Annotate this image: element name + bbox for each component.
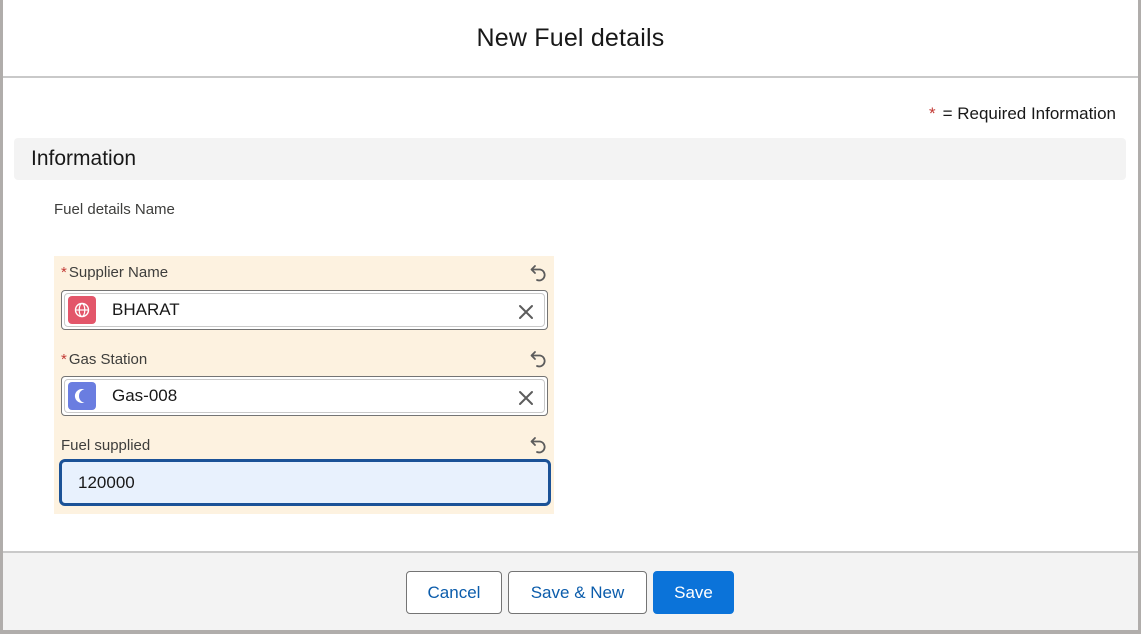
fuel-details-name-label: Fuel details Name: [54, 201, 175, 218]
globe-icon: [68, 296, 96, 324]
supplier-name-label-text: Supplier Name: [68, 264, 169, 281]
moon-icon: [68, 382, 96, 410]
supplier-name-label: * Supplier Name: [61, 264, 168, 281]
gas-station-value: Gas-008: [112, 386, 178, 405]
undo-icon[interactable]: [529, 349, 549, 369]
modal-header: New Fuel details: [3, 0, 1138, 78]
modal-title: New Fuel details: [476, 23, 665, 52]
supplier-name-pill[interactable]: BHARAT: [64, 293, 545, 327]
gas-station-label: * Gas Station: [61, 351, 147, 368]
cancel-button[interactable]: Cancel: [406, 571, 502, 614]
save-button[interactable]: Save: [653, 571, 734, 614]
undo-icon[interactable]: [529, 263, 549, 283]
required-marker: *: [61, 264, 67, 281]
required-marker: *: [61, 351, 67, 368]
clear-selection-icon[interactable]: [518, 304, 534, 320]
edited-fields-block: * Supplier Name BHARAT * Gas Station Gas…: [54, 256, 554, 514]
modal-footer: Cancel Save & New Save: [3, 551, 1138, 630]
required-information-text: = Required Information: [942, 104, 1116, 123]
required-information-note: * = Required Information: [929, 104, 1116, 124]
supplier-name-value: BHARAT: [112, 300, 180, 319]
gas-station-lookup[interactable]: Gas-008: [61, 376, 548, 416]
fuel-supplied-input[interactable]: 120000: [59, 459, 551, 506]
section-header-information[interactable]: Information: [14, 138, 1126, 180]
clear-selection-icon[interactable]: [518, 390, 534, 406]
fuel-supplied-label: Fuel supplied: [61, 437, 151, 454]
gas-station-label-text: Gas Station: [68, 351, 148, 368]
section-title: Information: [31, 147, 137, 170]
modal-dialog: New Fuel details * = Required Information…: [3, 0, 1138, 630]
undo-icon[interactable]: [529, 435, 549, 455]
supplier-name-lookup[interactable]: BHARAT: [61, 290, 548, 330]
save-and-new-button[interactable]: Save & New: [508, 571, 647, 614]
gas-station-pill[interactable]: Gas-008: [64, 379, 545, 413]
required-star: *: [928, 104, 936, 123]
